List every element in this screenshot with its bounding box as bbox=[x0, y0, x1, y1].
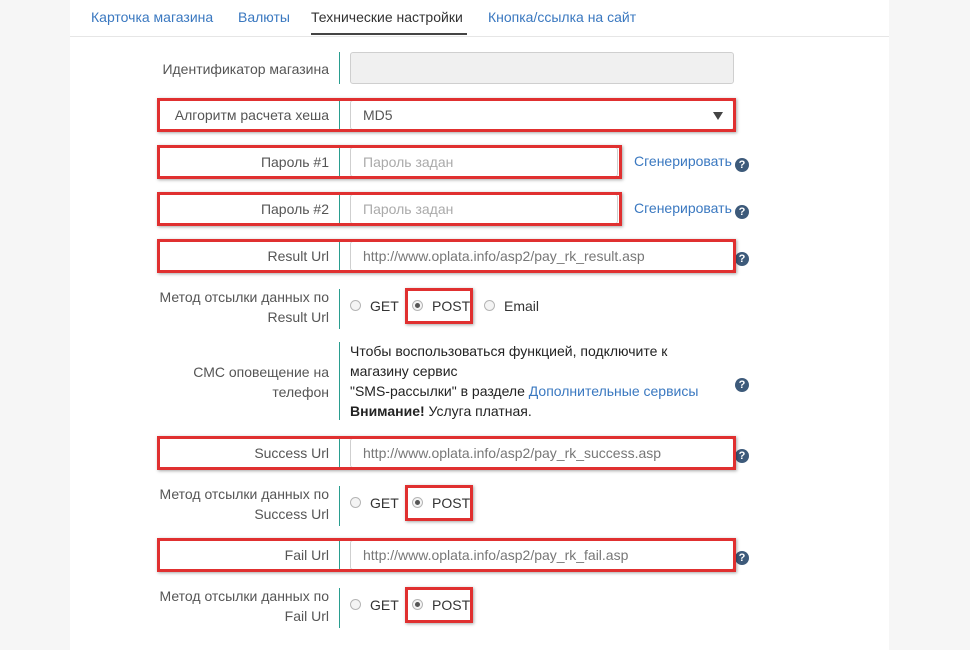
generate-password-1-link[interactable]: Сгенерировать bbox=[634, 153, 732, 169]
sms-info-text: Чтобы воспользоваться функцией, подключи… bbox=[350, 341, 730, 421]
result-method-label-line2: Result Url bbox=[267, 309, 329, 325]
divider bbox=[339, 486, 340, 526]
result-method-label-line1: Метод отсылки данных по bbox=[159, 289, 329, 305]
sms-text-line2: магазину сервис bbox=[350, 363, 458, 379]
help-icon[interactable]: ? bbox=[735, 551, 749, 565]
success-method-label-line1: Метод отсылки данных по bbox=[159, 486, 329, 502]
shop-id-label: Идентификатор магазина bbox=[162, 61, 329, 77]
fail-method-label-line1: Метод отсылки данных по bbox=[159, 588, 329, 604]
help-icon[interactable]: ? bbox=[735, 252, 749, 266]
tab-currencies[interactable]: Валюты bbox=[238, 9, 290, 25]
tab-bar: Карточка магазина Валюты Технические нас… bbox=[70, 0, 889, 37]
divider bbox=[339, 342, 340, 420]
additional-services-link[interactable]: Дополнительные сервисы bbox=[529, 383, 699, 399]
active-tab-indicator bbox=[311, 33, 467, 35]
success-method-label-line2: Success Url bbox=[254, 506, 329, 522]
sms-label-line1: СМС оповещение на bbox=[193, 364, 329, 380]
tab-technical-settings[interactable]: Технические настройки bbox=[311, 9, 463, 25]
sms-text-line4: Внимание! Услуга платная. bbox=[350, 403, 532, 419]
divider bbox=[339, 289, 340, 329]
shop-id-input[interactable] bbox=[350, 52, 734, 84]
highlight-box bbox=[405, 587, 473, 623]
highlight-box bbox=[157, 145, 622, 179]
settings-panel: Карточка магазина Валюты Технические нас… bbox=[70, 0, 889, 650]
divider bbox=[339, 52, 340, 84]
highlight-box bbox=[157, 192, 622, 226]
highlight-box bbox=[405, 288, 473, 324]
tab-shop-card[interactable]: Карточка магазина bbox=[91, 9, 213, 25]
divider bbox=[339, 588, 340, 628]
sms-label-line2: телефон bbox=[272, 384, 329, 400]
help-icon[interactable]: ? bbox=[735, 158, 749, 172]
sms-text-line3: "SMS-рассылки" в разделе Дополнительные … bbox=[350, 383, 699, 399]
help-icon[interactable]: ? bbox=[735, 205, 749, 219]
help-icon[interactable]: ? bbox=[735, 449, 749, 463]
help-icon[interactable]: ? bbox=[735, 378, 749, 392]
highlight-box bbox=[157, 98, 736, 132]
fail-method-label-line2: Fail Url bbox=[284, 608, 329, 624]
highlight-box bbox=[405, 485, 473, 521]
highlight-box bbox=[157, 538, 736, 572]
highlight-box bbox=[157, 239, 736, 273]
sms-text-line1: Чтобы воспользоваться функцией, подключи… bbox=[350, 343, 668, 359]
generate-password-2-link[interactable]: Сгенерировать bbox=[634, 200, 732, 216]
highlight-box bbox=[157, 436, 736, 470]
tab-button-link[interactable]: Кнопка/ссылка на сайт bbox=[488, 9, 636, 25]
